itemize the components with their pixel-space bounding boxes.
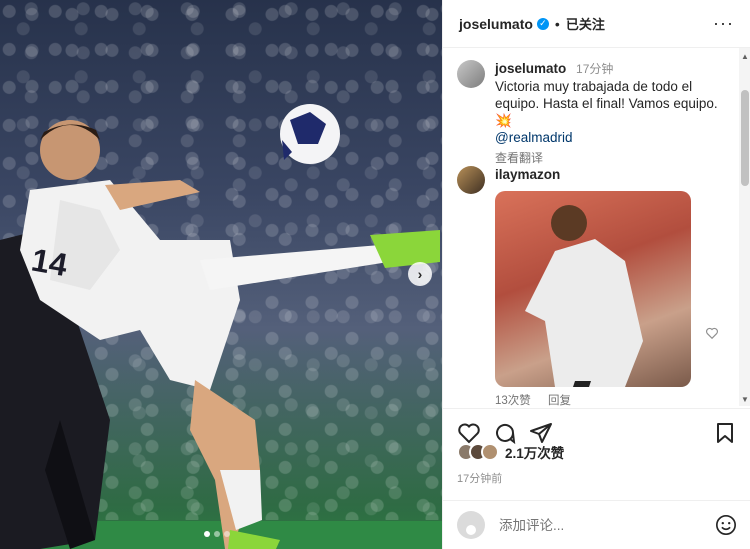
reply-button[interactable]: 回复	[548, 395, 571, 407]
comment-input[interactable]	[499, 517, 699, 533]
player-image: 14	[0, 104, 440, 549]
avatar[interactable]	[457, 60, 485, 88]
comment-item: ilaymazon 13次赞 回复	[457, 166, 735, 408]
bookmark-icon[interactable]	[713, 421, 737, 445]
slide-indicator	[204, 531, 230, 537]
comment-image[interactable]	[495, 191, 691, 387]
comments-list[interactable]: joselumato 17分钟 Victoria muy trabajada d…	[443, 48, 750, 408]
separator: •	[554, 15, 560, 32]
emoji-icon[interactable]	[715, 514, 737, 536]
comment-composer	[443, 500, 750, 549]
likes-summary[interactable]: 2.1万次赞	[457, 442, 564, 462]
user-avatar-icon	[457, 511, 485, 539]
caption-username[interactable]: joselumato	[495, 61, 566, 76]
translate-link[interactable]: 查看翻译	[495, 150, 735, 167]
post-time: 17分钟前	[457, 473, 503, 485]
scrollbar-thumb[interactable]	[741, 90, 749, 186]
slide-dot	[224, 531, 230, 537]
scroll-down-icon[interactable]: ▼	[741, 395, 749, 404]
svg-text:14: 14	[29, 241, 71, 283]
scroll-up-icon[interactable]: ▲	[741, 52, 749, 61]
slide-dot	[204, 531, 210, 537]
avatar[interactable]	[457, 166, 485, 194]
comment-username[interactable]: ilaymazon	[495, 167, 560, 182]
post-panel: joselumato ✓ • 已关注 ··· joselumato 17分钟 V…	[442, 0, 750, 549]
scrollbar[interactable]: ▲ ▼	[739, 48, 750, 406]
mention-link[interactable]: @realmadrid	[495, 130, 572, 145]
comment-photo-art	[525, 205, 643, 387]
comment-meta: 13次赞 回复	[495, 393, 735, 408]
likes-count[interactable]: 2.1万次赞	[505, 442, 564, 462]
post-media[interactable]: 14 ›	[0, 0, 442, 549]
caption: joselumato 17分钟 Victoria muy trabajada d…	[457, 60, 735, 167]
heart-icon[interactable]	[705, 326, 719, 340]
verified-icon: ✓	[536, 17, 549, 30]
next-slide-button[interactable]: ›	[408, 262, 432, 286]
author-username[interactable]: joselumato	[459, 16, 533, 32]
slide-dot	[214, 531, 220, 537]
more-options-icon[interactable]: ···	[713, 13, 734, 34]
liker-avatar	[481, 443, 499, 461]
caption-text: Victoria muy trabajada de todo el equipo…	[495, 79, 718, 128]
comment-likes[interactable]: 13次赞	[495, 395, 531, 407]
caption-time: 17分钟	[576, 62, 614, 76]
follow-button[interactable]: 已关注	[566, 14, 605, 33]
post-header: joselumato ✓ • 已关注 ···	[443, 0, 750, 48]
chevron-right-icon: ›	[417, 266, 423, 282]
